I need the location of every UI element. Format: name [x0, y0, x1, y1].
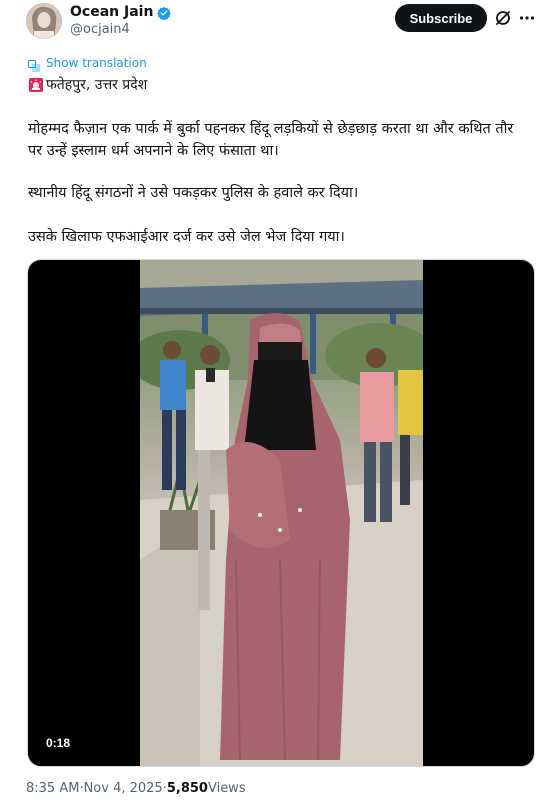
tweet-paragraph-3: उसके खिलाफ एफआईआर दर्ज कर उसे जेल भेज दि… [28, 229, 345, 245]
siren-icon [28, 77, 44, 93]
views-label: Views [207, 781, 246, 796]
tweet-date[interactable]: Nov 4, 2025 [84, 781, 163, 796]
tweet-paragraph-1: मोहम्मद फैज़ान एक पार्क में बुर्का पहनकर… [28, 121, 514, 159]
translate-icon [28, 57, 40, 72]
tweet-location-line: फतेहपुर, उत्तर प्रदेश [28, 75, 147, 94]
show-translation-link[interactable]: Show translation [46, 56, 147, 70]
author-handle[interactable]: @ocjain4 [70, 22, 130, 37]
author-display-name[interactable]: Ocean Jain [70, 4, 153, 20]
ellipsis-icon[interactable] [518, 9, 536, 27]
avatar[interactable] [26, 3, 62, 39]
tweet-card: Ocean Jain @ocjain4 Subscribe Show trans… [0, 0, 553, 809]
subscribe-button[interactable]: Subscribe [395, 4, 487, 32]
video-duration-label: 0:18 [40, 734, 77, 752]
author-name-row[interactable]: Ocean Jain [70, 4, 172, 21]
tweet-paragraph-2: स्थानीय हिंदू संगठनों ने उसे पकड़कर पुलि… [28, 185, 359, 201]
views-count[interactable]: 5,850 [167, 781, 208, 796]
tweet-meta-row: 8:35 AM · Nov 4, 2025 · 5,850 Views [26, 781, 246, 796]
grok-slash-icon[interactable] [494, 9, 512, 27]
video-frame [140, 260, 423, 766]
tweet-location-text: फतेहपुर, उत्तर प्रदेश [46, 77, 148, 93]
tweet-time[interactable]: 8:35 AM [26, 781, 79, 796]
avatar-portrait [26, 3, 62, 39]
video-player[interactable]: 0:18 [27, 259, 535, 767]
video-still-image [140, 260, 423, 766]
verified-badge-icon [157, 5, 172, 21]
